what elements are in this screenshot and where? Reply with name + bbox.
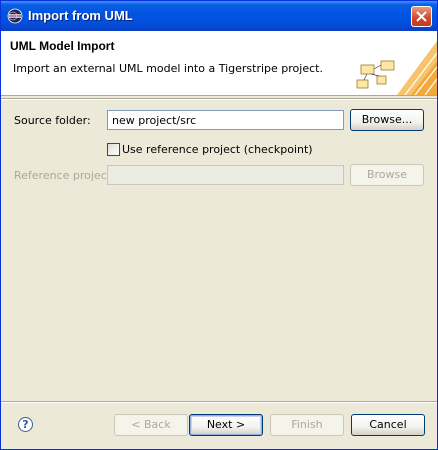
source-folder-input[interactable] bbox=[107, 110, 344, 130]
next-button[interactable]: Next > bbox=[189, 414, 263, 436]
use-reference-label[interactable]: Use reference project (checkpoint) bbox=[122, 143, 313, 156]
close-button[interactable] bbox=[411, 6, 432, 27]
reference-browse-button[interactable]: Browse bbox=[350, 164, 424, 186]
eclipse-icon bbox=[7, 8, 23, 24]
use-reference-checkbox[interactable] bbox=[107, 143, 120, 156]
finish-button[interactable]: Finish bbox=[270, 414, 344, 436]
reference-project-input[interactable] bbox=[107, 165, 344, 185]
cancel-button[interactable]: Cancel bbox=[351, 414, 425, 436]
header-separator bbox=[1, 98, 437, 100]
back-button[interactable]: < Back bbox=[114, 414, 188, 436]
import-dialog: Import from UML UML Model Import Import … bbox=[0, 0, 438, 450]
close-icon bbox=[416, 11, 427, 22]
page-title: UML Model Import bbox=[10, 39, 115, 53]
source-browse-button[interactable]: Browse... bbox=[350, 109, 424, 131]
source-folder-label: Source folder: bbox=[14, 114, 91, 127]
page-description: Import an external UML model into a Tige… bbox=[13, 62, 323, 75]
reference-project-label: Reference project bbox=[14, 169, 112, 182]
wizard-header: UML Model Import Import an external UML … bbox=[1, 31, 437, 96]
help-icon[interactable]: ? bbox=[18, 417, 33, 432]
uml-model-banner-icon bbox=[356, 41, 437, 95]
footer-separator bbox=[1, 401, 437, 403]
window-title: Import from UML bbox=[28, 8, 133, 23]
title-bar[interactable]: Import from UML bbox=[1, 1, 437, 31]
